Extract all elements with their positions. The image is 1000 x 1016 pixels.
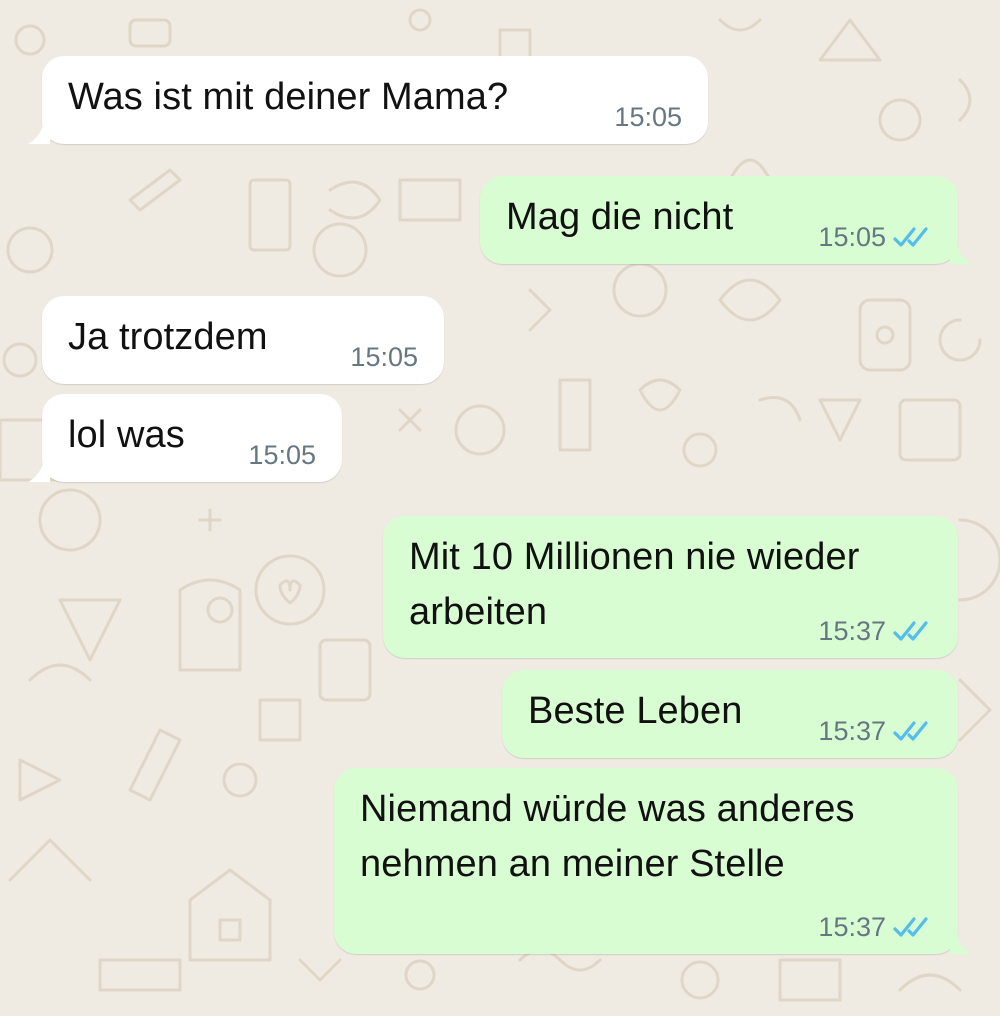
message-time: 15:05 <box>614 102 682 132</box>
message-incoming[interactable]: Was ist mit deiner Mama? 15:05 <box>28 56 708 144</box>
message-text: Ja trotzdem <box>68 316 268 358</box>
message-meta: 15:37 <box>818 912 932 942</box>
message-outgoing[interactable]: Beste Leben 15:37 <box>502 670 958 758</box>
message-time: 15:05 <box>818 222 886 252</box>
message-text: lol was <box>68 414 185 456</box>
message-meta: 15:05 <box>614 102 682 132</box>
message-text: Beste Leben <box>528 690 743 732</box>
read-double-check-icon <box>893 227 928 247</box>
bubble-tail-icon <box>28 120 50 144</box>
message-time: 15:37 <box>818 716 886 746</box>
message-outgoing[interactable]: Mit 10 Millionen nie wieder arbeiten 15:… <box>383 516 958 658</box>
message-meta: 15:37 <box>818 716 932 746</box>
message-meta: 15:37 <box>818 616 932 646</box>
message-text-line-1: Mit 10 Millionen nie wieder <box>409 536 860 578</box>
bubble-tail-icon <box>28 458 50 482</box>
read-double-check-icon <box>893 721 928 741</box>
bubble-tail-icon <box>950 930 972 954</box>
read-double-check-icon <box>893 621 928 641</box>
message-time: 15:05 <box>350 342 418 372</box>
message-time: 15:37 <box>818 616 886 646</box>
message-time: 15:05 <box>248 440 316 470</box>
message-text-line-1: Niemand würde was anderes <box>360 788 855 830</box>
message-incoming[interactable]: lol was 15:05 <box>28 394 342 482</box>
message-meta: 15:05 <box>818 222 932 252</box>
bubble-tail-icon <box>950 240 972 264</box>
message-text: Was ist mit deiner Mama? <box>68 76 509 118</box>
message-outgoing[interactable]: Niemand würde was anderes nehmen an mein… <box>334 768 972 954</box>
message-list[interactable]: Was ist mit deiner Mama? 15:05 Mag die n… <box>0 0 1000 1016</box>
message-text-line-2: arbeiten <box>409 591 548 633</box>
message-incoming[interactable]: Ja trotzdem 15:05 <box>42 296 444 384</box>
message-text-line-2: nehmen an meiner Stelle <box>360 843 785 885</box>
message-outgoing[interactable]: Mag die nicht 15:05 <box>480 176 972 264</box>
message-time: 15:37 <box>818 912 886 942</box>
message-meta: 15:05 <box>248 440 316 470</box>
message-meta: 15:05 <box>350 342 418 372</box>
read-double-check-icon <box>893 917 928 937</box>
message-text: Mag die nicht <box>506 196 734 238</box>
